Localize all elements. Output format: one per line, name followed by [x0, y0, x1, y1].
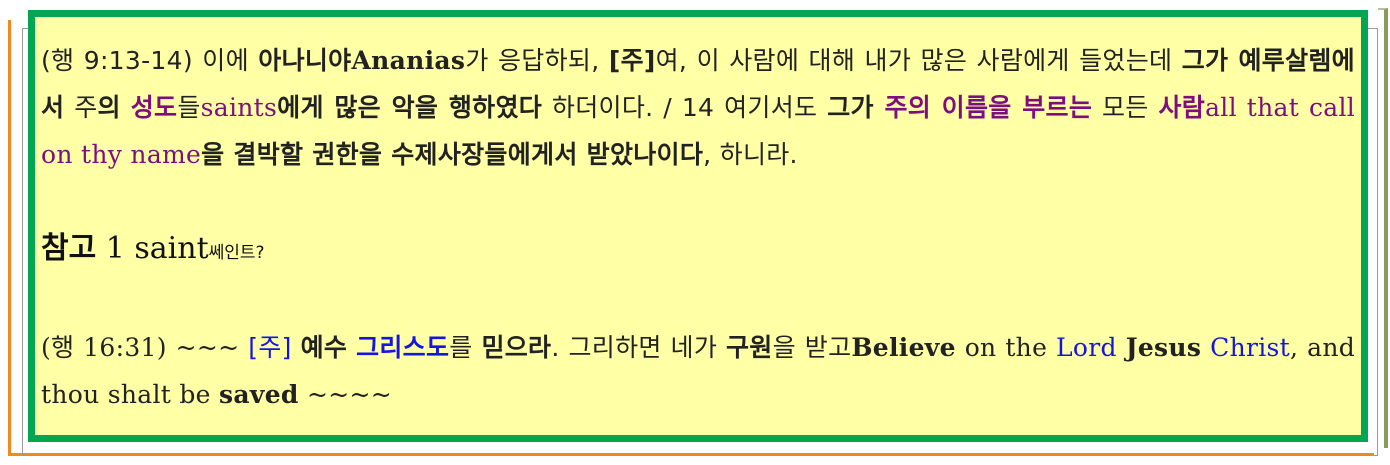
note-word: saint: [134, 231, 209, 266]
text: 여, 이 사람에 대해 내가 많은 사람에게 들었는데: [655, 46, 1182, 75]
emphasis: 의: [97, 93, 121, 122]
jesus-korean: 예수: [300, 333, 348, 362]
call-on-name-korean: 주의 이름을 부르는: [884, 93, 1093, 122]
emphasis: 을 결박할 권한을 수제사장들에게서 받았나이다: [201, 140, 704, 169]
verse-ref: (행 9:13-14): [41, 46, 203, 75]
text: , 하니라.: [703, 140, 798, 169]
text: . 그리하면 네가: [551, 333, 726, 362]
text: ~~~~: [298, 380, 392, 409]
christ-korean: 그리스도: [356, 333, 450, 362]
lord-bracket: [주]: [248, 333, 292, 362]
text: [347, 333, 356, 362]
note-label: 참고: [41, 231, 97, 266]
olive-frame: [1378, 8, 1388, 448]
text: 를: [449, 333, 482, 362]
saints-korean: 성도: [130, 93, 178, 122]
note-box-inner: (행 9:13-14) 이에 아나니야Ananias가 응답하되, [주]여, …: [35, 17, 1361, 435]
believe-english: Believe: [851, 333, 956, 362]
text: 주: [64, 93, 98, 122]
salvation-korean: 구원: [726, 333, 773, 362]
saints-english: saints: [200, 93, 278, 122]
believe-korean: 믿으라: [481, 333, 552, 362]
jesus-english: Jesus: [1125, 333, 1202, 362]
verse-acts-9: (행 9:13-14) 이에 아나니야Ananias가 응답하되, [주]여, …: [41, 37, 1355, 178]
people-korean: 사람: [1158, 93, 1206, 122]
name-english: Ananias: [351, 46, 466, 75]
saved-english: saved: [219, 380, 299, 409]
name-korean: 아나니야: [258, 46, 352, 75]
text: 을 받고: [772, 333, 852, 362]
text: [1201, 333, 1210, 362]
verse-ref: (행 16:31) ~~~: [41, 333, 249, 362]
text: [292, 333, 301, 362]
text: 모든: [1092, 93, 1159, 122]
text: 들: [177, 93, 201, 122]
text: 하더이다. / 14 여기서도: [542, 93, 828, 122]
reference-note: 참고 1 saint쎄인트?: [41, 225, 1355, 277]
note-box: (행 9:13-14) 이에 아나니야Ananias가 응답하되, [주]여, …: [28, 10, 1368, 442]
note-number: 1: [96, 231, 135, 266]
text: [1117, 333, 1126, 362]
text: 이에: [202, 46, 259, 75]
emphasis: 그가: [827, 93, 885, 122]
note-pronunciation: 쎄인트?: [208, 243, 265, 263]
text: on the: [955, 333, 1057, 362]
lord-english: Lord: [1056, 333, 1117, 362]
verse-acts-16: (행 16:31) ~~~ [주] 예수 그리스도를 믿으라. 그리하면 네가 …: [41, 324, 1355, 418]
emphasis: 에게 많은 악을 행하였다: [277, 93, 543, 122]
text: [121, 93, 131, 122]
text: 가 응답하되,: [465, 46, 609, 75]
christ-english: Christ: [1210, 333, 1291, 362]
lord-bracket: [주]: [608, 46, 656, 75]
